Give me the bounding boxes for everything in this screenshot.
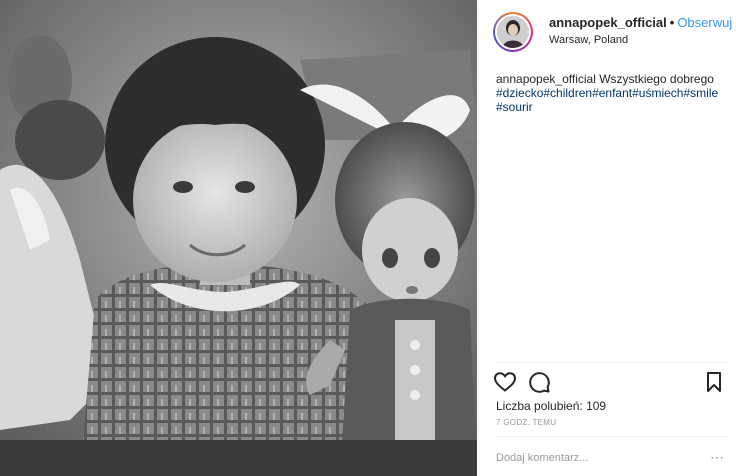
separator-dot: • bbox=[669, 15, 675, 30]
avatar-image bbox=[497, 16, 529, 48]
divider bbox=[496, 362, 728, 363]
profile-photo-icon bbox=[497, 16, 529, 48]
hashtag-link[interactable]: #children bbox=[543, 86, 592, 100]
follow-button[interactable]: Obserwuj bbox=[677, 15, 732, 30]
save-button[interactable] bbox=[702, 370, 726, 394]
avatar[interactable] bbox=[493, 12, 533, 52]
post-photo[interactable] bbox=[0, 0, 477, 476]
post-timestamp[interactable]: 7 GODZ. TEMU bbox=[496, 418, 556, 427]
hashtag-link[interactable]: #sourir bbox=[496, 100, 533, 114]
comment-row: ⋯ bbox=[496, 446, 726, 470]
caption-text: Wszystkiego dobrego bbox=[595, 72, 714, 86]
photo-image bbox=[0, 0, 477, 476]
post-sidebar: annapopek_official • Obserwuj Warsaw, Pola… bbox=[478, 0, 736, 476]
hashtag-link[interactable]: #enfant bbox=[592, 86, 632, 100]
hashtag-link[interactable]: #dziecko bbox=[496, 86, 543, 100]
more-icon: ⋯ bbox=[710, 449, 724, 465]
comment-input[interactable] bbox=[496, 448, 686, 468]
heart-icon bbox=[493, 372, 517, 392]
caption-author[interactable]: annapopek_official bbox=[496, 72, 596, 86]
avatar-border bbox=[495, 14, 531, 50]
like-button[interactable] bbox=[493, 370, 517, 394]
more-options-button[interactable]: ⋯ bbox=[708, 446, 726, 470]
post-caption: annapopek_official Wszystkiego dobrego #… bbox=[496, 72, 728, 114]
username-link[interactable]: annapopek_official bbox=[549, 15, 667, 30]
post-actions bbox=[493, 370, 726, 394]
location-link[interactable]: Warsaw, Poland bbox=[549, 34, 628, 46]
hashtag-link[interactable]: #smile bbox=[683, 86, 718, 100]
post-username-row: annapopek_official • Obserwuj bbox=[549, 15, 732, 30]
post-header: annapopek_official • Obserwuj Warsaw, Pola… bbox=[491, 10, 732, 52]
comment-button[interactable] bbox=[527, 370, 551, 394]
comment-icon bbox=[529, 372, 550, 393]
divider bbox=[496, 436, 728, 437]
instagram-post: annapopek_official • Obserwuj Warsaw, Pola… bbox=[0, 0, 736, 476]
bookmark-icon bbox=[707, 372, 721, 392]
hashtag-link[interactable]: #uśmiech bbox=[632, 86, 683, 100]
likes-count[interactable]: Liczba polubień: 109 bbox=[496, 399, 606, 413]
